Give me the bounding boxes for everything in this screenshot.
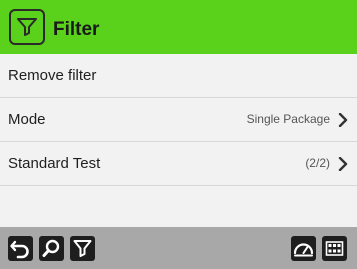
filter-icon — [9, 9, 45, 45]
page-title: Filter — [53, 19, 100, 40]
empty-row — [0, 186, 357, 227]
back-icon — [10, 240, 29, 259]
remove-filter-row[interactable]: Remove filter — [0, 54, 357, 98]
back-button[interactable] — [8, 236, 33, 261]
mode-value: Single Package — [246, 112, 330, 126]
gauge-icon — [293, 243, 314, 257]
search-button[interactable] — [39, 236, 64, 261]
row-label: Remove filter — [8, 67, 97, 84]
filter-screen: Filter Remove filter Mode Single Package… — [0, 0, 357, 269]
standard-test-row[interactable]: Standard Test (2/2) — [0, 142, 357, 186]
menu-button[interactable] — [322, 236, 347, 261]
search-icon — [42, 239, 60, 257]
filter-button[interactable] — [70, 236, 95, 261]
filter-icon — [73, 240, 92, 257]
row-label: Mode — [8, 111, 46, 128]
bottom-toolbar — [0, 227, 357, 269]
chevron-right-icon — [338, 157, 348, 171]
header-bar: Filter — [0, 0, 357, 54]
grid-menu-icon — [325, 241, 344, 256]
chevron-right-icon — [338, 113, 348, 127]
gauge-button[interactable] — [291, 236, 316, 261]
standard-test-value: (2/2) — [305, 156, 330, 170]
mode-row[interactable]: Mode Single Package — [0, 98, 357, 142]
row-label: Standard Test — [8, 155, 101, 172]
